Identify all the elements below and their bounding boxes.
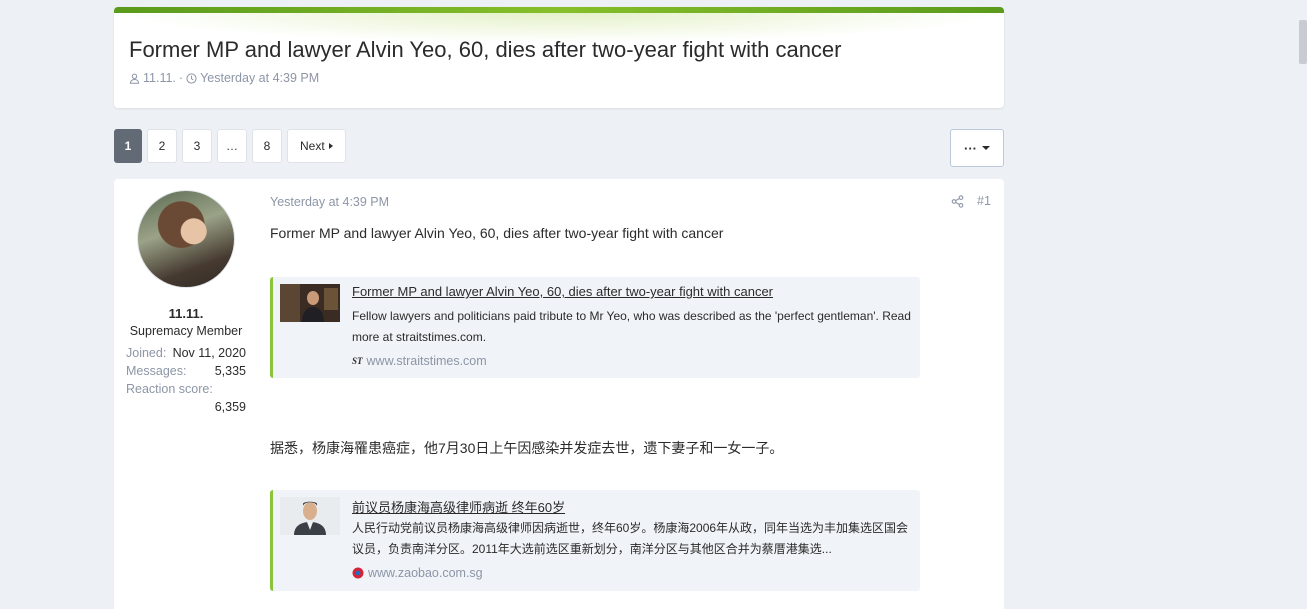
scrollbar[interactable] xyxy=(1299,20,1307,64)
stat-label: Reaction score: xyxy=(126,382,213,396)
article-thumbnail xyxy=(280,497,340,535)
thread-header: Former MP and lawyer Alvin Yeo, 60, dies… xyxy=(114,7,1004,108)
caret-right-icon xyxy=(328,143,333,149)
clock-icon xyxy=(186,72,197,84)
zaobao-favicon xyxy=(352,567,364,579)
post-text-chinese: 据悉，杨康海罹患癌症，他7月30日上午因感染并发症去世，遗下妻子和一女一子。 xyxy=(270,440,784,456)
stat-value: 6,359 xyxy=(214,400,246,414)
embed-source-url: www.zaobao.com.sg xyxy=(368,566,483,580)
stat-joined: Joined: Nov 11, 2020 xyxy=(126,346,246,360)
user-name[interactable]: 11.11. xyxy=(114,306,258,321)
embed-title[interactable]: 前议员杨康海高级律师病逝 终年60岁 xyxy=(352,497,565,516)
article-thumbnail xyxy=(280,284,340,322)
user-title: Supremacy Member xyxy=(129,324,243,338)
thread-date[interactable]: Yesterday at 4:39 PM xyxy=(200,71,319,85)
page-jump-button[interactable]: … xyxy=(217,129,247,163)
user-icon xyxy=(129,73,140,84)
link-preview-zaobao[interactable]: 前议员杨康海高级律师病逝 终年60岁 人民行动党前议员杨康海高级律师因病逝世，终… xyxy=(270,490,920,591)
avatar[interactable] xyxy=(138,191,234,287)
thread-tools-menu-button[interactable]: ··· xyxy=(950,129,1004,167)
post: 11.11. Supremacy Member Joined: Nov 11, … xyxy=(114,179,1004,609)
stat-value: 5,335 xyxy=(214,364,246,378)
link-preview-straitstimes[interactable]: Former MP and lawyer Alvin Yeo, 60, dies… xyxy=(270,277,920,378)
embed-description: Fellow lawyers and politicians paid trib… xyxy=(352,309,911,344)
stat-value: Nov 11, 2020 xyxy=(172,346,246,360)
thread-author[interactable]: 11.11. xyxy=(143,71,176,85)
thread-title: Former MP and lawyer Alvin Yeo, 60, dies… xyxy=(129,37,842,62)
embed-title[interactable]: Former MP and lawyer Alvin Yeo, 60, dies… xyxy=(352,284,773,299)
page-1-button[interactable]: 1 xyxy=(114,129,142,163)
meta-separator: · xyxy=(178,71,184,85)
page-8-button[interactable]: 8 xyxy=(252,129,282,163)
page-3-button[interactable]: 3 xyxy=(182,129,212,163)
more-label: ··· xyxy=(964,140,977,156)
caret-down-icon xyxy=(982,146,990,150)
post-text-english: Former MP and lawyer Alvin Yeo, 60, dies… xyxy=(270,225,724,241)
embed-source[interactable]: ST www.straitstimes.com xyxy=(352,354,487,368)
thread-meta: 11.11. · Yesterday at 4:39 PM xyxy=(129,71,319,85)
post-number[interactable]: #1 xyxy=(977,194,991,208)
page-2-button[interactable]: 2 xyxy=(147,129,177,163)
embed-source-url: www.straitstimes.com xyxy=(366,354,487,368)
stat-messages: Messages: 5,335 xyxy=(126,364,246,378)
stat-reaction-label: Reaction score: xyxy=(126,382,246,396)
next-label: Next xyxy=(300,139,325,153)
straitstimes-favicon: ST xyxy=(352,356,363,366)
stat-label: Messages: xyxy=(126,364,187,378)
post-date[interactable]: Yesterday at 4:39 PM xyxy=(270,195,389,209)
stat-label: Joined: xyxy=(126,346,167,360)
share-icon[interactable] xyxy=(951,195,964,208)
embed-description: 人民行动党前议员杨康海高级律师因病逝世，终年60岁。杨康海2006年从政，同年当… xyxy=(352,521,909,556)
page-nav: 1 2 3 … 8 Next xyxy=(114,129,346,165)
next-page-button[interactable]: Next xyxy=(287,129,346,163)
embed-source[interactable]: www.zaobao.com.sg xyxy=(352,566,483,580)
